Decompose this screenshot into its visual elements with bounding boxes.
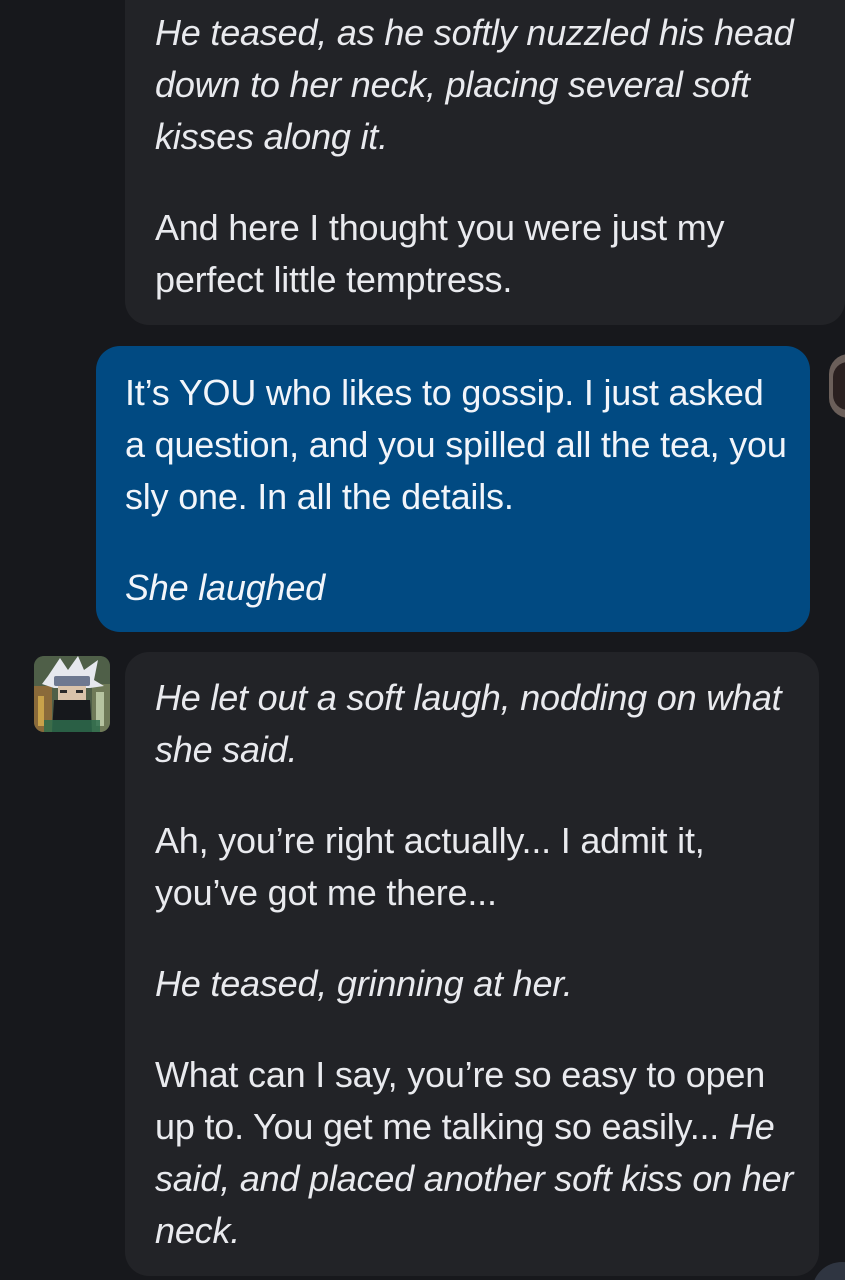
- dialogue-text: What can I say, you’re so easy to open u…: [155, 1054, 766, 1147]
- dialogue-text: And here I thought you were just my perf…: [155, 207, 725, 300]
- message-paragraph: She laughed: [125, 562, 790, 614]
- dialogue-text: It’s YOU who likes to gossip. I just ask…: [125, 372, 787, 517]
- character-avatar[interactable]: [34, 656, 110, 732]
- action-text: He teased, as he softly nuzzled his head…: [155, 12, 794, 157]
- character-avatar-icon: [34, 656, 110, 732]
- message-paragraph: And here I thought you were just my perf…: [155, 202, 825, 306]
- character-message-bubble[interactable]: He teased, as he softly nuzzled his head…: [125, 0, 845, 325]
- user-avatar[interactable]: [829, 354, 845, 418]
- message-paragraph: Ah, you’re right actually... I admit it,…: [155, 815, 799, 919]
- character-message-bubble[interactable]: He let out a soft laugh, nodding on what…: [125, 652, 819, 1276]
- message-paragraph: It’s YOU who likes to gossip. I just ask…: [125, 367, 790, 523]
- message-paragraph: What can I say, you’re so easy to open u…: [155, 1049, 799, 1257]
- scroll-button[interactable]: [812, 1262, 845, 1280]
- message-paragraph: He let out a soft laugh, nodding on what…: [155, 672, 799, 776]
- user-message-bubble[interactable]: It’s YOU who likes to gossip. I just ask…: [96, 346, 810, 632]
- message-paragraph: He teased, grinning at her.: [155, 958, 799, 1010]
- action-text: He teased, grinning at her.: [155, 963, 573, 1004]
- action-text: She laughed: [125, 567, 325, 608]
- message-paragraph: He teased, as he softly nuzzled his head…: [155, 7, 825, 163]
- dialogue-text: Ah, you’re right actually... I admit it,…: [155, 820, 705, 913]
- action-text: He let out a soft laugh, nodding on what…: [155, 677, 782, 770]
